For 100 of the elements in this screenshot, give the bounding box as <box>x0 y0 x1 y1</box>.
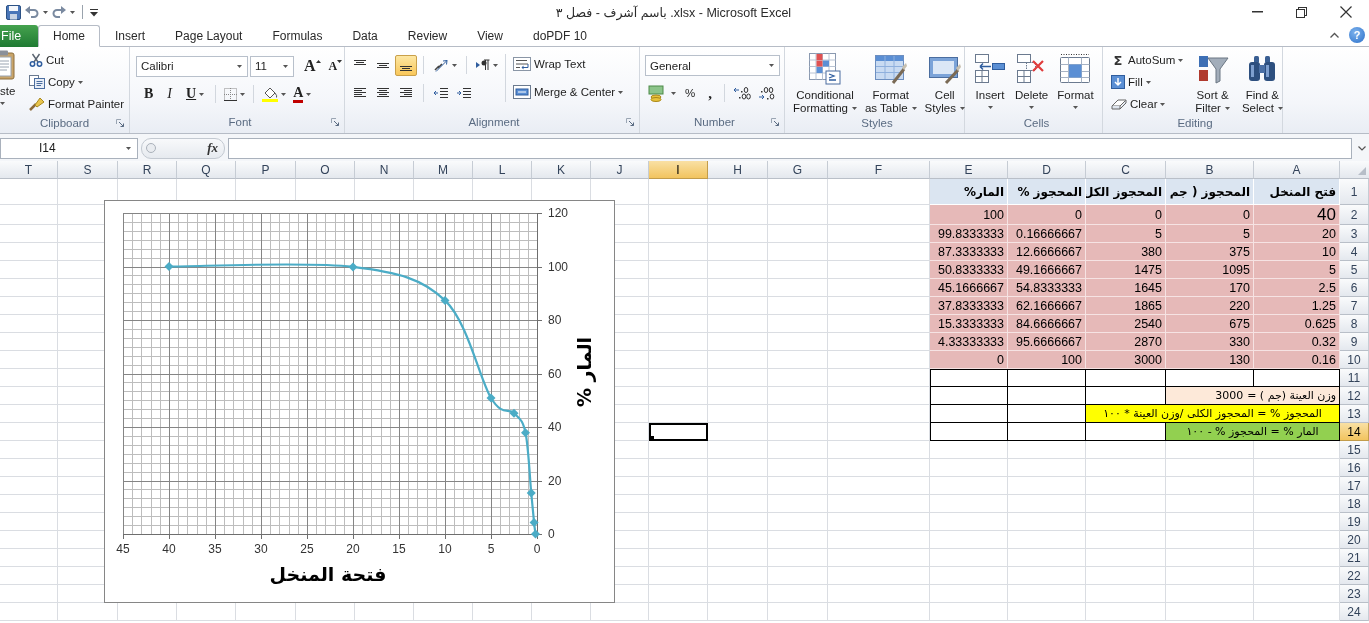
dropdown-caret-icon[interactable] <box>618 90 624 94</box>
ribbon-tab[interactable]: Review <box>392 25 463 47</box>
editing-button[interactable]: Sort & Filter <box>1192 50 1233 114</box>
column-header[interactable]: M <box>414 161 473 179</box>
dropdown-caret-icon[interactable] <box>283 64 288 68</box>
clipboard-icon[interactable] <box>0 50 16 80</box>
column-header[interactable]: S <box>58 161 118 179</box>
editing-button[interactable]: Find & Select <box>1238 50 1286 114</box>
column-header[interactable]: F <box>828 161 930 179</box>
vertical-align-button[interactable] <box>395 54 417 76</box>
row-header[interactable]: 19 <box>1340 513 1369 531</box>
ribbon-tab[interactable]: View <box>462 25 518 47</box>
align-center-icon[interactable] <box>376 87 390 99</box>
ribbon-tab[interactable]: Home <box>38 25 100 47</box>
sort-filter-icon[interactable] <box>1196 53 1229 85</box>
dropdown-caret-icon[interactable] <box>306 92 312 96</box>
row-header[interactable]: 16 <box>1340 459 1369 477</box>
merge-cells-icon[interactable] <box>513 85 531 99</box>
row-header[interactable]: 11 <box>1340 369 1369 387</box>
close-icon[interactable] <box>1340 6 1352 18</box>
row-header[interactable]: 10 <box>1340 351 1369 369</box>
row-header[interactable]: 15 <box>1340 441 1369 459</box>
active-cell[interactable] <box>649 423 708 441</box>
dropdown-caret-icon[interactable] <box>1029 106 1035 109</box>
column-header[interactable]: O <box>296 161 355 179</box>
row-header[interactable]: 17 <box>1340 477 1369 495</box>
wrap-text-icon[interactable] <box>513 57 531 71</box>
row-header[interactable]: 6 <box>1340 279 1369 297</box>
dropdown-caret-icon[interactable] <box>1145 80 1151 84</box>
autosum-button[interactable]: Σ AutoSum <box>1108 50 1187 70</box>
dropdown-caret-icon[interactable] <box>126 146 131 150</box>
row-header[interactable]: 5 <box>1340 261 1369 279</box>
ribbon-tab[interactable]: Insert <box>100 25 161 47</box>
wrap-text-button[interactable]: Wrap Text <box>510 54 627 74</box>
dropdown-caret-icon[interactable] <box>987 106 993 109</box>
column-header[interactable]: D <box>1008 161 1086 179</box>
clear-button[interactable]: Clear <box>1108 94 1187 114</box>
format-cells-icon[interactable] <box>1059 53 1092 85</box>
column-header[interactable]: K <box>532 161 591 179</box>
dialog-launcher-icon[interactable] <box>626 118 634 126</box>
number-format-field[interactable]: General <box>645 55 780 76</box>
dropdown-caret-icon[interactable] <box>452 63 457 67</box>
font-color-button[interactable]: A <box>290 84 315 104</box>
fill-down-icon[interactable] <box>1111 75 1125 89</box>
text-orientation-icon[interactable] <box>433 58 449 72</box>
row-header[interactable]: 4 <box>1340 243 1369 261</box>
row-header[interactable]: 18 <box>1340 495 1369 513</box>
dropdown-caret-icon[interactable] <box>671 91 676 95</box>
row-header[interactable]: 13 <box>1340 405 1369 423</box>
row-header[interactable]: 7 <box>1340 297 1369 315</box>
conditional-formatting-icon[interactable] <box>809 53 841 85</box>
row-header[interactable]: 9 <box>1340 333 1369 351</box>
dropdown-caret-icon[interactable] <box>237 64 242 68</box>
row-header[interactable]: 22 <box>1340 567 1369 585</box>
column-header[interactable]: N <box>355 161 414 179</box>
grip-icon[interactable] <box>146 143 156 153</box>
column-header[interactable]: P <box>236 161 296 179</box>
row-header[interactable]: 23 <box>1340 585 1369 603</box>
align-left-icon[interactable] <box>353 87 367 99</box>
dropdown-caret-icon[interactable] <box>240 92 246 96</box>
paste-button[interactable]: ste <box>0 50 22 105</box>
ribbon-tab[interactable]: Data <box>337 25 393 47</box>
dropdown-caret-icon[interactable] <box>43 10 48 14</box>
dropdown-caret-icon[interactable] <box>911 107 917 111</box>
row-header[interactable]: 20 <box>1340 531 1369 549</box>
eraser-icon[interactable] <box>1111 98 1127 110</box>
decrease-indent-icon[interactable] <box>433 87 449 99</box>
grow-font-button[interactable]: A <box>301 56 324 76</box>
dropdown-caret-icon[interactable] <box>769 64 774 67</box>
file-tab[interactable]: File <box>0 25 38 47</box>
increase-indent-icon[interactable] <box>456 87 472 99</box>
dropdown-caret-icon[interactable] <box>0 102 5 105</box>
dialog-launcher-icon[interactable] <box>331 118 339 126</box>
cells-button[interactable]: Format <box>1054 50 1097 114</box>
row-header[interactable]: 12 <box>1340 387 1369 405</box>
decrease-decimal-icon[interactable] <box>758 86 776 100</box>
caret-up-icon[interactable] <box>315 60 321 63</box>
dropdown-caret-icon[interactable] <box>1178 58 1184 62</box>
dropdown-caret-icon[interactable] <box>1160 102 1166 106</box>
dropdown-caret-icon[interactable] <box>281 92 287 96</box>
scissors-icon[interactable] <box>29 53 43 67</box>
row-header[interactable]: 14 <box>1340 423 1369 441</box>
copy-button[interactable]: Copy <box>26 72 128 92</box>
row-header[interactable]: 8 <box>1340 315 1369 333</box>
ribbon-tab[interactable]: doPDF 10 <box>517 25 602 47</box>
increase-decimal-icon[interactable] <box>733 86 751 100</box>
underline-button[interactable]: U <box>180 84 211 104</box>
name-box[interactable]: I14 <box>0 137 138 159</box>
caret-down-icon[interactable] <box>337 60 343 63</box>
save-icon[interactable] <box>6 4 21 20</box>
dropdown-caret-icon[interactable] <box>70 10 75 14</box>
column-header[interactable]: H <box>708 161 768 179</box>
dropdown-caret-icon[interactable] <box>959 107 965 111</box>
column-header[interactable]: G <box>768 161 828 179</box>
fill-button[interactable]: Fill <box>1108 72 1187 92</box>
cut-button[interactable]: Cut <box>26 50 128 70</box>
minimize-icon[interactable] <box>1251 11 1263 13</box>
formula-input[interactable] <box>228 137 1352 159</box>
align-right-icon[interactable] <box>399 87 413 99</box>
text-direction-icon[interactable] <box>476 59 490 71</box>
